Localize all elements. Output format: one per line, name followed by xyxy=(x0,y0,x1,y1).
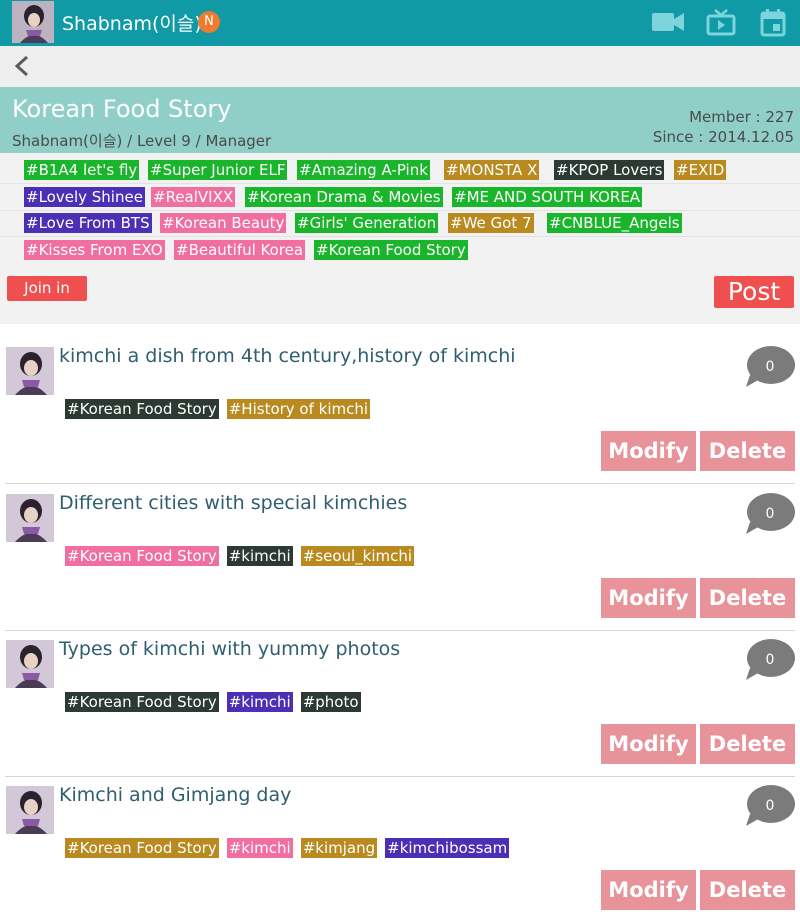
join-button[interactable]: Join in xyxy=(7,276,87,301)
post-tag[interactable]: #Korean Food Story xyxy=(65,399,219,419)
post-tag[interactable]: #kimchi xyxy=(226,838,293,858)
post-tag[interactable]: #seoul_kimchi xyxy=(300,546,415,566)
tag-item[interactable]: #Amazing A-Pink xyxy=(297,160,430,180)
tag-cloud: #B1A4 let's fly #Super Junior ELF #Amazi… xyxy=(0,153,800,324)
owner-line: Shabnam(이슬) / Level 9 / Manager xyxy=(12,132,272,150)
tag-row: #Kisses From EXO #Beautiful Korea #Korea… xyxy=(0,240,800,264)
video-icon[interactable] xyxy=(651,8,685,36)
profile-avatar[interactable] xyxy=(12,1,54,43)
member-count: Member : 227 xyxy=(689,108,794,126)
tag-item[interactable]: #CNBLUE_Angels xyxy=(547,213,682,233)
modify-button[interactable]: Modify xyxy=(601,431,696,471)
post-button[interactable]: Post xyxy=(714,276,794,308)
post-item[interactable]: Different cities with special kimchies 0 #… xyxy=(0,472,800,631)
tag-item[interactable]: #EXID xyxy=(674,160,727,180)
comment-count: 0 xyxy=(765,506,775,522)
tag-row: #Lovely Shinee #RealVIXX #Korean Drama &… xyxy=(0,187,800,211)
post-tag[interactable]: #Korean Food Story xyxy=(65,546,219,566)
nav-bar xyxy=(0,46,800,87)
since-date: Since : 2014.12.05 xyxy=(652,128,794,146)
calendar-icon[interactable] xyxy=(759,8,787,38)
post-tag[interactable]: #kimchi xyxy=(226,546,293,566)
tag-item[interactable]: #Super Junior ELF xyxy=(148,160,288,180)
tag-item[interactable]: #Girls' Generation xyxy=(295,213,439,233)
tag-item[interactable]: #B1A4 let's fly xyxy=(24,160,140,180)
community-header: Korean Food Story Shabnam(이슬) / Level 9 … xyxy=(0,87,800,153)
comment-count: 0 xyxy=(765,798,775,814)
tag-item[interactable]: #Beautiful Korea xyxy=(174,240,306,260)
tag-item[interactable]: #RealVIXX xyxy=(151,187,236,207)
post-avatar[interactable] xyxy=(6,347,54,395)
comment-count: 0 xyxy=(765,652,775,668)
modify-button[interactable]: Modify xyxy=(601,870,696,910)
delete-button[interactable]: Delete xyxy=(700,724,795,764)
tag-item[interactable]: #Korean Food Story xyxy=(314,240,468,260)
post-tag[interactable]: #photo xyxy=(300,692,361,712)
post-avatar[interactable] xyxy=(6,640,54,688)
tag-item[interactable]: #Kisses From EXO xyxy=(24,240,165,260)
tag-item[interactable]: #KPOP Lovers xyxy=(554,160,665,180)
post-tag[interactable]: #kimchibossam xyxy=(385,838,510,858)
delete-button[interactable]: Delete xyxy=(700,578,795,618)
modify-button[interactable]: Modify xyxy=(601,724,696,764)
modify-button[interactable]: Modify xyxy=(601,578,696,618)
tag-item[interactable]: #Korean Beauty xyxy=(160,213,287,233)
community-name: Korean Food Story xyxy=(12,95,232,123)
tag-item[interactable]: #Love From BTS xyxy=(24,213,152,233)
post-item[interactable]: Types of kimchi with yummy photos 0 #Korea… xyxy=(0,618,800,777)
delete-button[interactable]: Delete xyxy=(700,870,795,910)
tag-row: #B1A4 let's fly #Super Junior ELF #Amazi… xyxy=(0,160,800,184)
post-tag[interactable]: #kimchi xyxy=(226,692,293,712)
delete-button[interactable]: Delete xyxy=(700,431,795,471)
post-title[interactable]: Types of kimchi with yummy photos xyxy=(59,638,400,660)
chevron-left-icon[interactable] xyxy=(10,54,34,78)
tv-icon[interactable] xyxy=(706,8,736,36)
post-title[interactable]: kimchi a dish from 4th century,history o… xyxy=(59,345,516,367)
post-avatar[interactable] xyxy=(6,494,54,542)
tag-item[interactable]: #ME AND SOUTH KOREA xyxy=(452,187,643,207)
new-badge: N xyxy=(198,11,220,33)
post-title[interactable]: Kimchi and Gimjang day xyxy=(59,784,291,806)
post-title[interactable]: Different cities with special kimchies xyxy=(59,492,407,514)
app-bar: Shabnam(이슬) N xyxy=(0,0,800,46)
post-item[interactable]: kimchi a dish from 4th century,history o… xyxy=(0,325,800,484)
post-tag[interactable]: #Korean Food Story xyxy=(65,692,219,712)
post-item[interactable]: Kimchi and Gimjang day 0 #Korean Food Stor… xyxy=(0,764,800,910)
tag-item[interactable]: #Korean Drama & Movies xyxy=(245,187,443,207)
post-tag[interactable]: #Korean Food Story xyxy=(65,838,219,858)
tag-item[interactable]: #We Got 7 xyxy=(448,213,534,233)
tag-row: #Love From BTS #Korean Beauty #Girls' Ge… xyxy=(0,213,800,237)
post-tag[interactable]: #kimjang xyxy=(300,838,378,858)
post-tag[interactable]: #History of kimchi xyxy=(226,399,371,419)
comment-count: 0 xyxy=(765,359,775,375)
tag-item[interactable]: #Lovely Shinee xyxy=(24,187,145,207)
app-title: Shabnam(이슬) xyxy=(62,13,202,35)
tag-item[interactable]: #MONSTA X xyxy=(444,160,540,180)
post-avatar[interactable] xyxy=(6,786,54,834)
